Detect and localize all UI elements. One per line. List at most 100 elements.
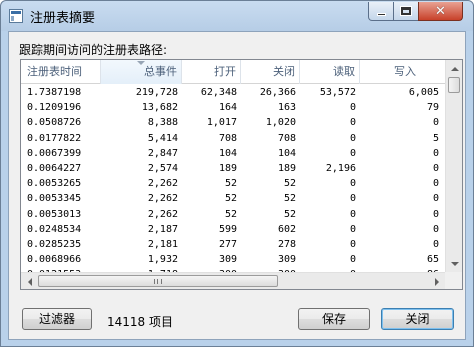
- horizontal-scrollbar[interactable]: [21, 272, 445, 289]
- table-row[interactable]: 0.0053265 2,262 52 52 0 0: [21, 176, 445, 191]
- table-cell: 0: [349, 147, 356, 159]
- table-row[interactable]: 0.0177822 5,414 708 708 0 5: [21, 131, 445, 146]
- window-title: 注册表摘要: [30, 11, 96, 26]
- table-cell: 5,414: [147, 132, 178, 144]
- table-cell: 0.0508726: [27, 117, 82, 129]
- table-cell: 2,847: [147, 147, 178, 159]
- table-cell: 2,262: [147, 178, 178, 190]
- minimize-button[interactable]: [368, 2, 394, 21]
- maximize-button[interactable]: [393, 2, 419, 21]
- table-cell: 52: [283, 178, 296, 190]
- table-cell: 1.7387198: [27, 87, 82, 98]
- save-button[interactable]: 保存: [298, 308, 370, 330]
- table-cell: 0.0248534: [27, 223, 82, 235]
- table-cell: 0: [349, 208, 356, 220]
- table-row[interactable]: 0.1209196 13,682 164 163 0 79: [21, 100, 445, 115]
- table-cell: 104: [277, 147, 296, 159]
- table-cell: 2,196: [325, 162, 356, 174]
- table-cell: 189: [277, 162, 296, 174]
- dialog-client-area: 跟踪期间访问的注册表路径: 注册表时间 总事件 打开 关闭 读取 写入 1.73…: [8, 31, 466, 340]
- maximize-icon: [401, 7, 411, 15]
- registry-list-view[interactable]: 注册表时间 总事件 打开 关闭 读取 写入 1.7387198 219,728 62…: [20, 59, 463, 290]
- table-cell: 0.0053013: [27, 208, 82, 220]
- table-cell: 599: [218, 223, 237, 235]
- table-cell: 602: [277, 223, 296, 235]
- table-row[interactable]: 0.0064227 2,574 189 189 2,196 0: [21, 161, 445, 176]
- table-row[interactable]: 0.0053345 2,262 52 52 0 0: [21, 191, 445, 206]
- filter-button[interactable]: 过滤器: [22, 308, 92, 330]
- table-cell: 309: [218, 254, 237, 266]
- column-header-label: 注册表时间: [27, 65, 82, 78]
- column-header-label: 关闭: [273, 65, 295, 78]
- table-cell: 79: [426, 102, 439, 114]
- table-row[interactable]: 0.0067399 2,847 104 104 0 0: [21, 146, 445, 161]
- column-header-open[interactable]: 打开: [182, 60, 241, 84]
- scrollbar-corner: [445, 272, 462, 289]
- table-cell: 0: [349, 223, 356, 235]
- table-cell: 0.0177822: [27, 132, 82, 144]
- table-cell: 104: [218, 147, 237, 159]
- table-row[interactable]: 0.0068966 1,932 309 309 0 65: [21, 252, 445, 267]
- column-header-total-events[interactable]: 总事件: [101, 60, 182, 84]
- close-window-button[interactable]: ✕: [418, 2, 463, 21]
- table-cell: 0: [349, 178, 356, 190]
- table-cell: 52: [224, 178, 237, 190]
- column-header-label: 打开: [214, 65, 236, 78]
- table-row[interactable]: 0.0285235 2,181 277 278 0 0: [21, 237, 445, 252]
- column-header-close[interactable]: 关闭: [241, 60, 300, 84]
- table-cell: 5: [432, 132, 439, 144]
- table-row[interactable]: 0.0508726 8,388 1,017 1,020 0 0: [21, 115, 445, 130]
- title-bar[interactable]: 注册表摘要 ✕: [1, 1, 473, 31]
- vertical-scrollbar[interactable]: [445, 60, 462, 272]
- table-cell: 2,187: [147, 223, 178, 235]
- close-icon: ✕: [435, 3, 446, 19]
- table-cell: 6,005: [408, 87, 439, 98]
- arrow-up-icon: [450, 66, 459, 71]
- table-cell: 0.0285235: [27, 238, 82, 250]
- arrow-left-icon: [27, 277, 32, 286]
- arrow-right-icon: [434, 277, 439, 286]
- table-cell: 2,181: [147, 238, 178, 250]
- table-cell: 1,020: [265, 117, 296, 129]
- table-cell: 708: [277, 132, 296, 144]
- table-cell: 62,348: [200, 87, 237, 98]
- table-cell: 0.1209196: [27, 102, 82, 114]
- table-cell: 0: [349, 102, 356, 114]
- table-cell: 189: [218, 162, 237, 174]
- horizontal-scroll-thumb[interactable]: [38, 275, 278, 287]
- scroll-left-button[interactable]: [21, 273, 38, 289]
- table-row[interactable]: 0.0248534 2,187 599 602 0 0: [21, 222, 445, 237]
- table-row[interactable]: 1.7387198 219,728 62,348 26,366 53,572 6,005: [21, 85, 445, 100]
- table-cell: 0.0064227: [27, 162, 82, 174]
- table-cell: 219,728: [135, 87, 178, 98]
- vertical-scroll-thumb[interactable]: [448, 77, 460, 93]
- scroll-down-button[interactable]: [446, 255, 462, 272]
- table-cell: 0.0067399: [27, 147, 82, 159]
- table-cell: 163: [277, 102, 296, 114]
- table-cell: 2,574: [147, 162, 178, 174]
- column-header-label: 读取: [333, 65, 355, 78]
- grip-icon: [154, 279, 162, 284]
- table-cell: 0: [349, 238, 356, 250]
- column-header-read[interactable]: 读取: [300, 60, 360, 84]
- close-button[interactable]: 关闭: [381, 308, 454, 330]
- table-cell: 0: [432, 208, 439, 220]
- list-rows: 1.7387198 219,728 62,348 26,366 53,572 6,005 0…: [21, 85, 445, 282]
- table-cell: 0: [432, 193, 439, 205]
- table-cell: 0: [432, 147, 439, 159]
- table-cell: 0: [349, 254, 356, 266]
- scroll-up-button[interactable]: [446, 60, 462, 77]
- app-icon: [9, 9, 23, 23]
- column-header-registry-time[interactable]: 注册表时间: [21, 60, 101, 84]
- table-cell: 1,932: [147, 254, 178, 266]
- table-cell: 0: [432, 162, 439, 174]
- item-count-label: 14118 项目: [107, 315, 173, 329]
- scroll-right-button[interactable]: [428, 273, 445, 289]
- table-cell: 0: [349, 193, 356, 205]
- table-cell: 708: [218, 132, 237, 144]
- table-cell: 277: [218, 238, 237, 250]
- list-header: 注册表时间 总事件 打开 关闭 读取 写入: [21, 60, 445, 84]
- table-row[interactable]: 0.0053013 2,262 52 52 0 0: [21, 207, 445, 222]
- column-header-write[interactable]: 写入: [360, 60, 445, 84]
- table-cell: 0.0053345: [27, 193, 82, 205]
